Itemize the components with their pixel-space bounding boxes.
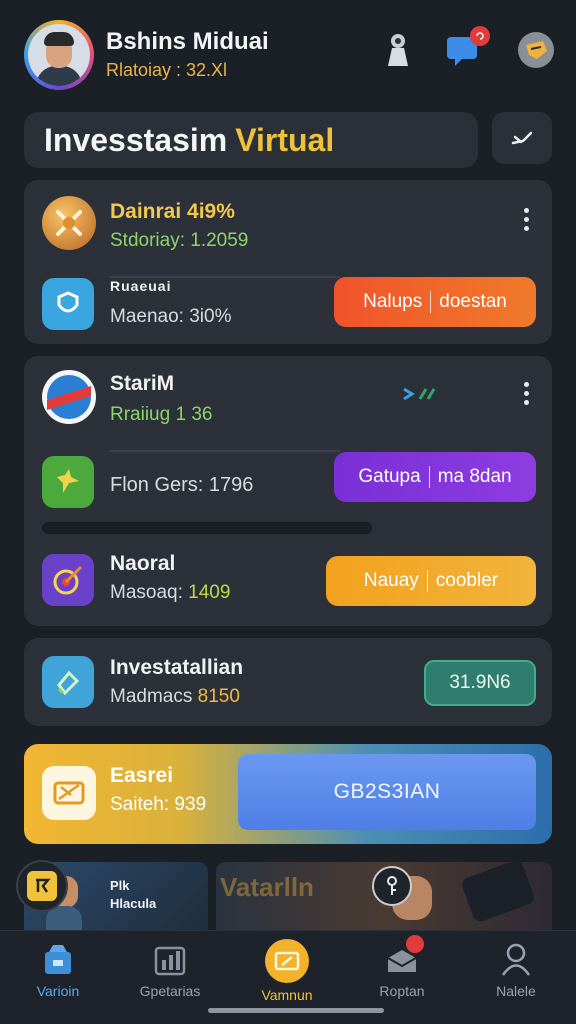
- user-name: Bshins Miduai: [106, 28, 269, 55]
- item-subtitle-label: Madmacs: [110, 686, 193, 707]
- feature-banner: Easrei Saiteh: 939 GB2S3IAN: [24, 744, 552, 844]
- key-icon[interactable]: [372, 866, 412, 906]
- more-options-icon[interactable]: [524, 382, 530, 405]
- list-item: Naoral Masoaq: 1409 Nauay coobler: [24, 552, 552, 616]
- nav-label: Roptan: [379, 983, 425, 999]
- avatar-photo: [28, 24, 90, 86]
- list-item: Flon Gers: 1796 Gatupa ma 8dan: [24, 452, 552, 516]
- action-label: coobler: [435, 570, 499, 591]
- ticket-icon: [42, 766, 96, 820]
- action-label: Nauay: [363, 570, 419, 591]
- list-item[interactable]: StariM Rraiiug 1 36: [24, 368, 552, 432]
- progress-bar: [42, 522, 372, 534]
- chart-icon: [150, 939, 190, 979]
- ticket-icon: [265, 939, 309, 983]
- app-header: Bshins Miduai Rlatoiay : 32.Xl: [0, 0, 576, 108]
- item-subtitle: Stdoriay: 1.2059: [110, 230, 249, 251]
- character-icon[interactable]: [378, 30, 418, 70]
- mail-icon: [382, 935, 424, 979]
- item-subtitle: Maenao: 3i0%: [110, 306, 232, 327]
- thumb-subtitle: Hlacula: [110, 896, 157, 911]
- trophy-icon[interactable]: [516, 30, 556, 70]
- edit-icon: [511, 131, 533, 145]
- chat-icon[interactable]: [444, 26, 490, 70]
- edit-button[interactable]: [492, 112, 552, 164]
- investment-card-2: StariM Rraiiug 1 36 Flon Gers: 1796 Gatu…: [24, 356, 552, 626]
- thumb-title: Plk: [110, 878, 130, 893]
- avatar[interactable]: [24, 20, 94, 90]
- coin-icon: [42, 196, 96, 250]
- nav-item-varioin[interactable]: Varioin: [8, 939, 108, 999]
- action-label: Nalups: [363, 291, 423, 312]
- user-rating: Rlatoiay : 32.Xl: [106, 60, 228, 80]
- page-title: Invesstasim Virtual: [24, 112, 478, 168]
- item-subtitle: Masoaq: 1409: [110, 582, 230, 604]
- nav-item-gpetarias[interactable]: Gpetarias: [120, 939, 220, 999]
- item-subtitle: Flon Gers: 1796: [110, 474, 254, 496]
- investment-card-1: Dainrai 4i9% Stdoriay: 1.2059 Ruaeuai Ma…: [24, 180, 552, 344]
- more-options-icon[interactable]: [524, 208, 530, 231]
- target-icon: [42, 554, 94, 606]
- notification-badge: [406, 935, 424, 953]
- thumb-title: Vatarlln: [220, 872, 314, 902]
- item-title: Ruaeuai: [110, 278, 172, 294]
- list-item: Ruaeuai Maenao: 3i0% Nalups doestan: [24, 276, 552, 340]
- value-badge[interactable]: 31.9N6: [424, 660, 536, 706]
- nav-label: Nalele: [496, 983, 536, 999]
- action-button[interactable]: Nauay coobler: [326, 556, 536, 606]
- page-title-accent: Virtual: [235, 121, 335, 158]
- badge-icon[interactable]: [16, 860, 68, 912]
- page-title-main: Invesstasim: [44, 121, 228, 158]
- home-indicator[interactable]: [208, 1008, 384, 1013]
- feature-subtitle: Saiteh: 939: [110, 794, 207, 815]
- nav-label: Vamnun: [261, 987, 313, 1003]
- action-label: ma 8dan: [437, 466, 512, 487]
- item-subtitle: Rraiiug 1 36: [110, 404, 213, 425]
- feature-button[interactable]: GB2S3IAN: [238, 754, 536, 830]
- trend-icon: [402, 386, 438, 407]
- profile-icon: [496, 939, 536, 979]
- item-title: Dainrai 4i9%: [110, 200, 235, 223]
- brand-logo-icon: [42, 370, 96, 424]
- item-title: StariM: [110, 372, 175, 395]
- nav-label: Varioin: [36, 983, 80, 999]
- feature-title: Easrei: [110, 764, 174, 787]
- item-title: Naoral: [110, 552, 176, 575]
- tag-icon: [42, 656, 94, 708]
- nav-item-roptan[interactable]: Roptan: [352, 935, 452, 999]
- item-subtitle-value: 1409: [188, 582, 231, 603]
- item-title: Investatallian: [110, 656, 244, 679]
- notification-badge: [470, 26, 490, 46]
- action-button[interactable]: Gatupa ma 8dan: [334, 452, 536, 502]
- item-subtitle: Madmacs 8150: [110, 686, 240, 708]
- star-icon: [42, 456, 94, 508]
- item-subtitle-label: Masoaq:: [110, 582, 183, 603]
- item-subtitle-value: 8150: [197, 686, 240, 707]
- nav-label: Gpetarias: [139, 983, 201, 999]
- list-item[interactable]: Dainrai 4i9% Stdoriay: 1.2059: [24, 194, 552, 258]
- action-label: Gatupa: [358, 466, 421, 487]
- shield-icon: [42, 278, 94, 330]
- shop-icon: [38, 939, 78, 979]
- action-button[interactable]: Nalups doestan: [334, 277, 536, 327]
- nav-item-nalele[interactable]: Nalele: [466, 939, 566, 999]
- nav-item-vamnun[interactable]: Vamnun: [237, 939, 337, 1003]
- action-label: doestan: [439, 291, 507, 312]
- investment-card-3[interactable]: Investatallian Madmacs 8150 31.9N6: [24, 638, 552, 726]
